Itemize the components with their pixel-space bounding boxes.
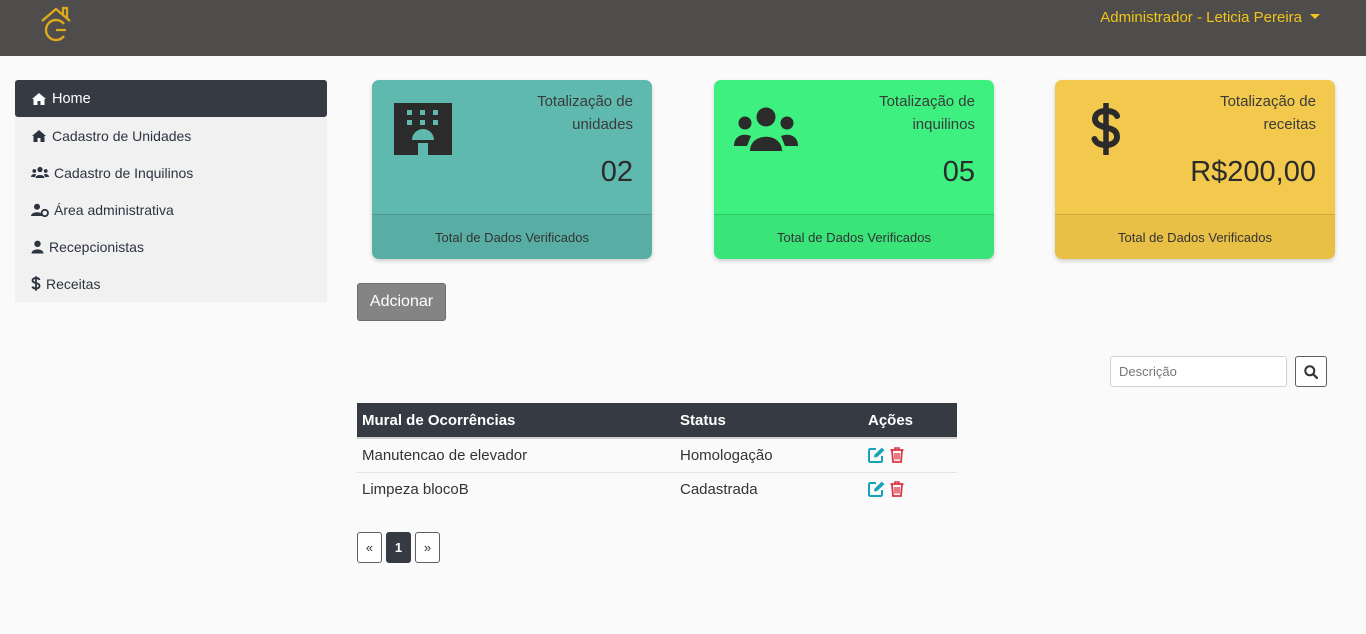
card-footer: Total de Dados Verificados xyxy=(714,214,994,259)
sidebar-item-label: Cadastro de Unidades xyxy=(52,127,192,144)
row-description: Limpeza blocoB xyxy=(362,480,469,498)
sidebar-item-label: Cadastro de Inquilinos xyxy=(54,164,194,181)
sidebar-item-home[interactable]: Home xyxy=(15,80,327,117)
add-button[interactable]: Adcionar xyxy=(357,283,446,321)
edit-icon xyxy=(868,447,885,464)
sidebar-item-label: Recepcionistas xyxy=(49,238,144,255)
top-navbar: Administrador - Leticia Pereira xyxy=(0,0,1366,56)
delete-button[interactable] xyxy=(890,481,904,498)
home-icon xyxy=(32,92,46,105)
logo-icon[interactable] xyxy=(37,4,75,42)
card-title: Totalização de receitas xyxy=(1220,93,1316,133)
pagination: « 1 » xyxy=(357,532,440,563)
card-value: 05 xyxy=(942,156,975,188)
trash-icon xyxy=(890,447,904,464)
home-icon xyxy=(32,129,46,142)
user-cog-icon xyxy=(31,203,49,217)
sidebar: Home Cadastro de Unidades Cadastro de In… xyxy=(15,80,327,302)
card-value: R$200,00 xyxy=(1190,156,1316,188)
card-receitas: Totalização de receitas R$200,00 Total d… xyxy=(1055,80,1335,259)
sidebar-item-unidades[interactable]: Cadastro de Unidades xyxy=(15,117,327,154)
table-row: Manutencao de elevador Homologação xyxy=(357,438,957,473)
edit-button[interactable] xyxy=(868,481,886,498)
pagination-next[interactable]: » xyxy=(415,532,440,563)
sidebar-item-inquilinos[interactable]: Cadastro de Inquilinos xyxy=(15,154,327,191)
column-header-status: Status xyxy=(675,403,863,439)
building-icon xyxy=(394,103,452,155)
card-body: Totalização de receitas R$200,00 xyxy=(1055,80,1335,214)
table-row: Limpeza blocoB Cadastrada xyxy=(357,472,957,506)
pagination-prev[interactable]: « xyxy=(357,532,382,563)
sidebar-item-label: Home xyxy=(52,90,91,107)
card-unidades: Totalização de unidades 02 Total de Dado… xyxy=(372,80,652,259)
card-body: Totalização de unidades 02 xyxy=(372,80,652,214)
sidebar-item-label: Área administrativa xyxy=(54,201,174,218)
row-description: Manutencao de elevador xyxy=(357,438,675,473)
dollar-icon xyxy=(31,276,41,291)
user-menu-dropdown[interactable]: Administrador - Leticia Pereira xyxy=(1100,9,1320,26)
search-button[interactable] xyxy=(1295,356,1327,387)
edit-icon xyxy=(868,481,885,498)
user-icon xyxy=(31,240,44,253)
delete-button[interactable] xyxy=(890,447,904,464)
row-status: Cadastrada xyxy=(680,480,758,498)
card-title: Totalização de unidades xyxy=(537,93,633,133)
table-header-row: Mural de Ocorrências Status Ações xyxy=(357,403,957,439)
dollar-icon xyxy=(1091,103,1121,155)
card-footer: Total de Dados Verificados xyxy=(372,214,652,259)
search-icon xyxy=(1304,364,1318,379)
card-title: Totalização de inquilinos xyxy=(879,93,975,133)
sidebar-item-recepcionistas[interactable]: Recepcionistas xyxy=(15,228,327,265)
sidebar-item-label: Receitas xyxy=(46,275,101,292)
search-input[interactable] xyxy=(1110,356,1287,387)
column-header-actions: Ações xyxy=(863,403,957,439)
users-icon xyxy=(31,166,49,178)
edit-button[interactable] xyxy=(868,447,886,464)
caret-down-icon xyxy=(1310,14,1320,19)
users-icon xyxy=(734,107,798,151)
sidebar-item-receitas[interactable]: Receitas xyxy=(15,265,327,302)
row-status: Homologação xyxy=(675,438,863,473)
user-menu-label: Administrador - Leticia Pereira xyxy=(1100,9,1302,26)
card-inquilinos: Totalização de inquilinos 05 Total de Da… xyxy=(714,80,994,259)
trash-icon xyxy=(890,481,904,498)
occurrences-table: Mural de Ocorrências Status Ações Manute… xyxy=(357,403,957,506)
row-actions xyxy=(863,438,957,473)
card-value: 02 xyxy=(600,156,633,188)
card-body: Totalização de inquilinos 05 xyxy=(714,80,994,214)
card-footer: Total de Dados Verificados xyxy=(1055,214,1335,259)
row-actions xyxy=(863,472,957,506)
pagination-page[interactable]: 1 xyxy=(386,532,411,563)
sidebar-item-area-administrativa[interactable]: Área administrativa xyxy=(15,191,327,228)
column-header-description: Mural de Ocorrências xyxy=(357,403,675,439)
